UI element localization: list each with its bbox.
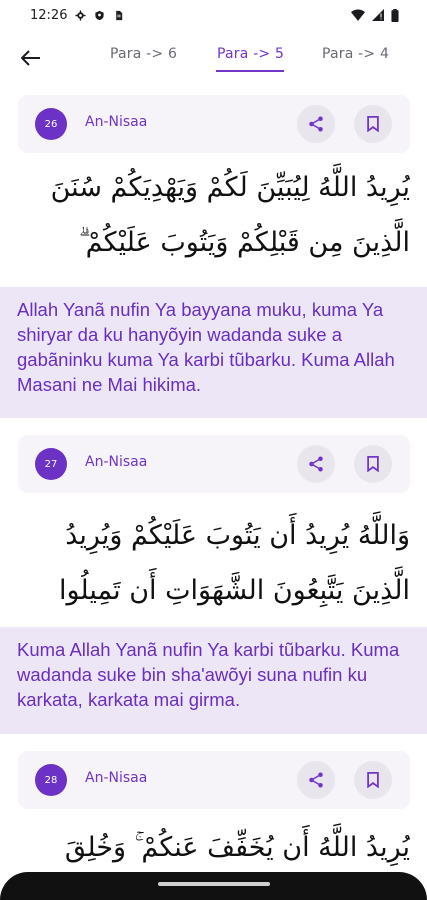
status-right xyxy=(351,8,399,22)
gear-icon xyxy=(75,9,87,21)
surah-name: An-Nisaa xyxy=(85,454,148,470)
share-icon xyxy=(309,772,323,788)
status-time: 12:26 xyxy=(30,7,68,23)
shield-icon xyxy=(95,10,105,20)
surah-name: An-Nisaa xyxy=(85,114,148,130)
verse-number-badge: 26 xyxy=(35,108,67,140)
arabic-verse-text: يُرِيدُ اللَّهُ لِيُبَيِّنَ لَكُمْ وَيَه… xyxy=(50,172,410,258)
bookmark-icon xyxy=(367,772,379,788)
gesture-navigation-bar xyxy=(0,872,427,900)
verse-header: 26 An-Nisaa xyxy=(18,95,410,153)
verse-header: 27 An-Nisaa xyxy=(18,435,410,493)
signal-icon xyxy=(372,9,384,21)
active-tab-indicator xyxy=(216,70,284,72)
verse-translation: Kuma Allah Yanã nufin Ya karbi tũbarku. … xyxy=(0,627,427,734)
verse-number-badge: 28 xyxy=(35,764,67,796)
sim-card-icon xyxy=(116,10,123,20)
status-bar: 12:26 xyxy=(0,0,427,30)
verse-number-badge: 27 xyxy=(35,448,67,480)
tab-para-4[interactable]: Para -> 4 xyxy=(322,46,389,62)
surah-name: An-Nisaa xyxy=(85,770,148,786)
share-button[interactable] xyxy=(297,105,335,143)
para-navigation: Para -> 6 Para -> 5 Para -> 4 xyxy=(0,36,427,80)
bookmark-button[interactable] xyxy=(354,105,392,143)
bookmark-button[interactable] xyxy=(354,445,392,483)
wifi-icon xyxy=(351,9,365,21)
bookmark-button[interactable] xyxy=(354,761,392,799)
tab-para-6[interactable]: Para -> 6 xyxy=(110,46,177,62)
arrow-left-icon xyxy=(21,50,40,66)
share-icon xyxy=(309,456,323,472)
bookmark-icon xyxy=(367,116,379,132)
tab-para-5[interactable]: Para -> 5 xyxy=(217,46,284,62)
share-icon xyxy=(309,116,323,132)
share-button[interactable] xyxy=(297,761,335,799)
arabic-verse-text: وَاللَّهُ يُرِيدُ أَن يَتُوبَ عَلَيْكُمْ… xyxy=(58,520,410,606)
verse-header: 28 An-Nisaa xyxy=(18,751,410,809)
battery-icon xyxy=(391,8,399,22)
share-button[interactable] xyxy=(297,445,335,483)
verse-translation: Allah Yanã nufin Ya bayyana muku, kuma Y… xyxy=(0,287,427,418)
status-left: 12:26 xyxy=(30,8,124,23)
arabic-verse-text: يُرِيدُ اللَّهُ أَن يُخَفِّفَ عَنكُمْ ۚ … xyxy=(64,832,410,863)
home-indicator[interactable] xyxy=(158,882,270,886)
back-button[interactable] xyxy=(16,44,46,72)
bookmark-icon xyxy=(367,456,379,472)
